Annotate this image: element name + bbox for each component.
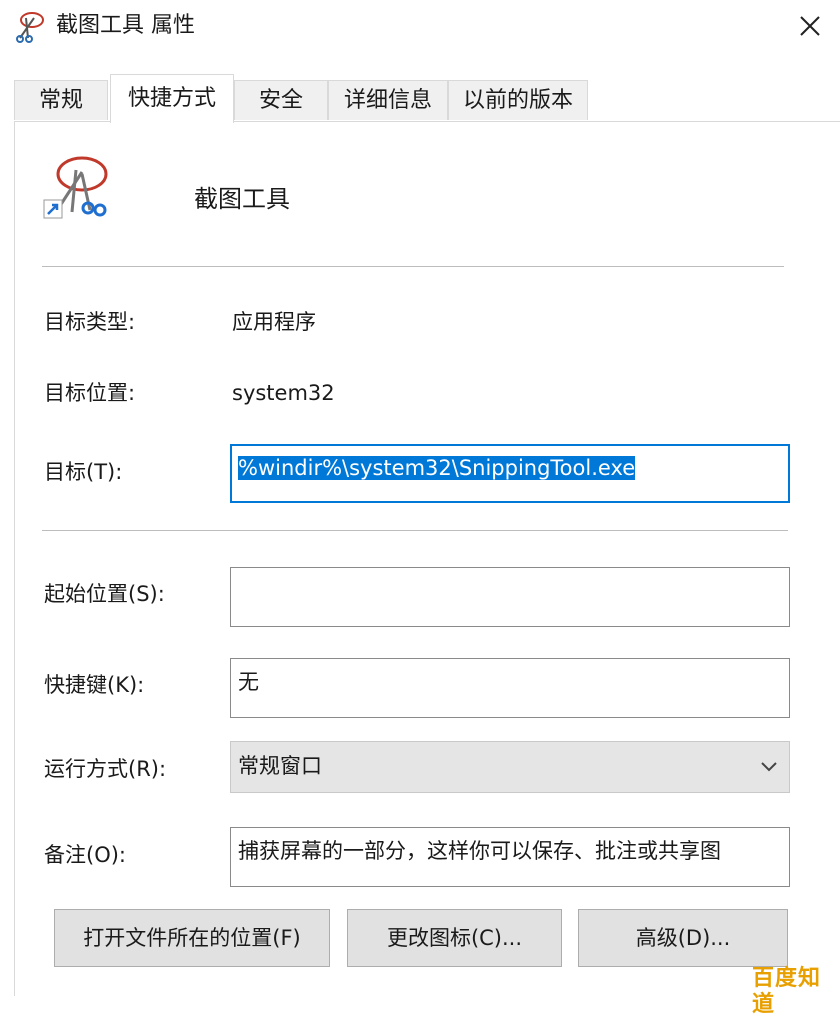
title-bar: 截图工具 属性 xyxy=(0,0,840,52)
target-type-value: 应用程序 xyxy=(232,310,316,334)
close-icon xyxy=(800,16,820,36)
target-input[interactable]: %windir%\system32\SnippingTool.exe xyxy=(230,444,790,503)
target-location-label: 目标位置: xyxy=(44,381,136,405)
chevron-down-icon xyxy=(761,762,777,772)
separator xyxy=(42,266,784,267)
watermark: 百度知道 xyxy=(752,966,822,1017)
run-select-value: 常规窗口 xyxy=(238,754,322,778)
scissors-icon xyxy=(16,12,44,43)
tab-previous-versions[interactable]: 以前的版本 xyxy=(448,80,588,120)
snipping-tool-icon xyxy=(43,156,108,219)
separator xyxy=(42,530,788,531)
tab-general[interactable]: 常规 xyxy=(14,80,108,120)
start-in-label: 起始位置(S): xyxy=(44,582,165,606)
window-title: 截图工具 属性 xyxy=(56,13,195,38)
tab-security[interactable]: 安全 xyxy=(234,80,328,120)
comment-label: 备注(O): xyxy=(44,843,126,867)
shortcut-name: 截图工具 xyxy=(194,185,290,213)
target-input-value: %windir%\system32\SnippingTool.exe xyxy=(238,456,636,480)
tab-shortcut[interactable]: 快捷方式 xyxy=(110,74,234,123)
hotkey-label: 快捷键(K): xyxy=(44,673,145,697)
target-location-value: system32 xyxy=(232,381,335,405)
run-label: 运行方式(R): xyxy=(44,757,167,781)
comment-input[interactable]: 捕获屏幕的一部分，这样你可以保存、批注或共享图 xyxy=(230,827,790,887)
close-button[interactable] xyxy=(780,0,840,52)
run-select[interactable]: 常规窗口 xyxy=(230,741,790,793)
tab-details[interactable]: 详细信息 xyxy=(328,80,448,120)
open-file-location-button[interactable]: 打开文件所在的位置(F) xyxy=(54,909,330,967)
target-label: 目标(T): xyxy=(44,460,123,484)
advanced-button[interactable]: 高级(D)... xyxy=(578,909,788,967)
start-in-input[interactable] xyxy=(230,567,790,627)
target-type-label: 目标类型: xyxy=(44,310,136,334)
tab-bar: 常规 快捷方式 安全 详细信息 以前的版本 xyxy=(14,74,840,123)
change-icon-button[interactable]: 更改图标(C)... xyxy=(347,909,562,967)
hotkey-input[interactable]: 无 xyxy=(230,658,790,718)
